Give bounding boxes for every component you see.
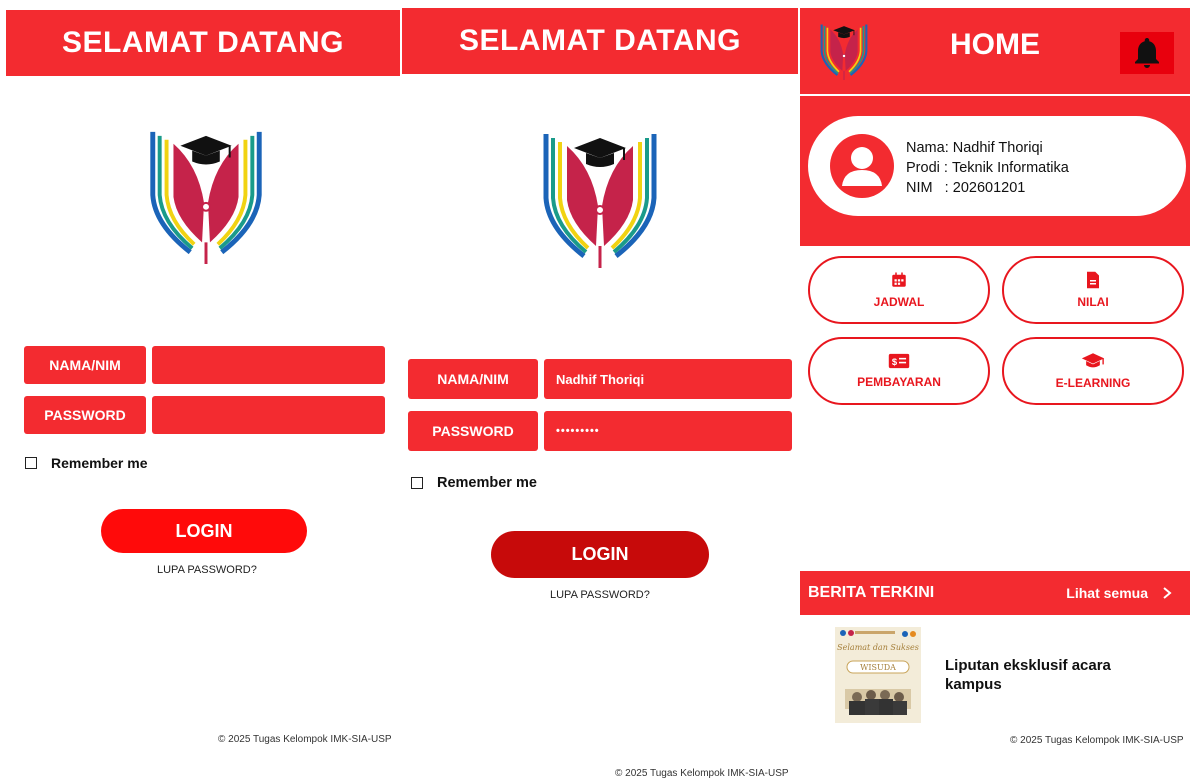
graduation-book-logo-icon <box>145 126 267 264</box>
login-screen-filled: SELAMAT DATANG NAMA/NIM Nadhif Thoriqi P… <box>402 0 798 780</box>
graduation-book-logo-icon <box>538 128 662 268</box>
page-footer-text: © 2025 Tugas Kelompok IMK-SIA-USP <box>615 768 789 779</box>
notification-button[interactable] <box>1120 32 1174 74</box>
forgot-password-link[interactable]: LUPA PASSWORD? <box>550 589 650 601</box>
remember-checkbox[interactable] <box>411 477 423 489</box>
password-label: PASSWORD <box>408 411 538 451</box>
thumb-heading: Selamat dan Sukses <box>837 643 919 652</box>
username-input[interactable]: Nadhif Thoriqi <box>544 359 792 399</box>
footer-text: © 2025 Tugas Kelompok IMK-SIA-USP <box>1010 735 1184 746</box>
header-title: SELAMAT DATANG <box>62 26 344 59</box>
news-header: BERITA TERKINI Lihat semua <box>800 571 1190 615</box>
footer-text: © 2025 Tugas Kelompok IMK-SIA-USP <box>218 734 392 745</box>
svg-text:$: $ <box>892 356 898 367</box>
menu-pembayaran-button[interactable]: $ PEMBAYARAN <box>808 337 990 405</box>
remember-label: Remember me <box>437 475 537 491</box>
remember-me[interactable]: Remember me <box>411 475 537 491</box>
money-icon: $ <box>888 353 910 369</box>
document-icon <box>1087 271 1099 289</box>
menu-elearning-button[interactable]: E-LEARNING <box>1002 337 1184 405</box>
home-screen: HOME Nama: Nadhif Thoriqi Prodi : Teknik… <box>800 0 1190 780</box>
menu-jadwal-button[interactable]: JADWAL <box>808 256 990 324</box>
profile-row-prodi: Prodi : Teknik Informatika <box>906 160 1069 176</box>
news-line-2: kampus <box>945 676 1002 693</box>
graduation-cap-icon <box>1081 353 1105 368</box>
see-all-label: Lihat semua <box>1066 585 1148 601</box>
forgot-password-link[interactable]: LUPA PASSWORD? <box>157 564 257 576</box>
calendar-icon <box>892 272 906 287</box>
menu-nilai-button[interactable]: NILAI <box>1002 256 1184 324</box>
remember-checkbox[interactable] <box>25 457 37 469</box>
password-input[interactable]: ••••••••• <box>544 411 792 451</box>
thumb-title: WISUDA <box>860 663 896 672</box>
remember-label: Remember me <box>51 455 148 471</box>
login-button[interactable]: LOGIN <box>101 509 307 553</box>
news-item-text[interactable]: Liputan eksklusif acara kampus <box>945 656 1167 694</box>
login-header: SELAMAT DATANG <box>402 8 798 74</box>
bell-icon <box>1135 38 1159 68</box>
profile-row-nama: Nama: Nadhif Thoriqi <box>906 140 1043 156</box>
header-title: SELAMAT DATANG <box>459 24 741 57</box>
see-all-link[interactable]: Lihat semua <box>1066 585 1174 601</box>
user-avatar-icon <box>830 134 894 198</box>
profile-info: Nama: Nadhif Thoriqi Prodi : Teknik Info… <box>906 138 1069 198</box>
login-screen-empty: SELAMAT DATANG NAMA/NIM PASSWORD Remembe… <box>0 0 400 780</box>
profile-section: Nama: Nadhif Thoriqi Prodi : Teknik Info… <box>800 96 1190 246</box>
profile-row-nim: NIM : 202601201 <box>906 180 1026 196</box>
username-label: NAMA/NIM <box>24 346 146 384</box>
profile-card[interactable]: Nama: Nadhif Thoriqi Prodi : Teknik Info… <box>808 116 1186 216</box>
password-input[interactable] <box>152 396 385 434</box>
wisuda-poster-thumbnail[interactable]: Selamat dan Sukses WISUDA <box>835 627 921 723</box>
menu-label: NILAI <box>1077 295 1109 309</box>
login-header: SELAMAT DATANG <box>6 10 400 76</box>
chevron-right-icon <box>1163 587 1172 599</box>
username-input[interactable] <box>152 346 385 384</box>
login-button[interactable]: LOGIN <box>491 531 709 578</box>
menu-label: JADWAL <box>873 295 925 309</box>
news-title: BERITA TERKINI <box>808 584 935 601</box>
password-label: PASSWORD <box>24 396 146 434</box>
remember-me[interactable]: Remember me <box>25 455 148 471</box>
menu-label: PEMBAYARAN <box>857 375 941 389</box>
news-line-1: Liputan eksklusif acara <box>945 657 1111 674</box>
username-label: NAMA/NIM <box>408 359 538 399</box>
menu-label: E-LEARNING <box>1055 376 1131 390</box>
